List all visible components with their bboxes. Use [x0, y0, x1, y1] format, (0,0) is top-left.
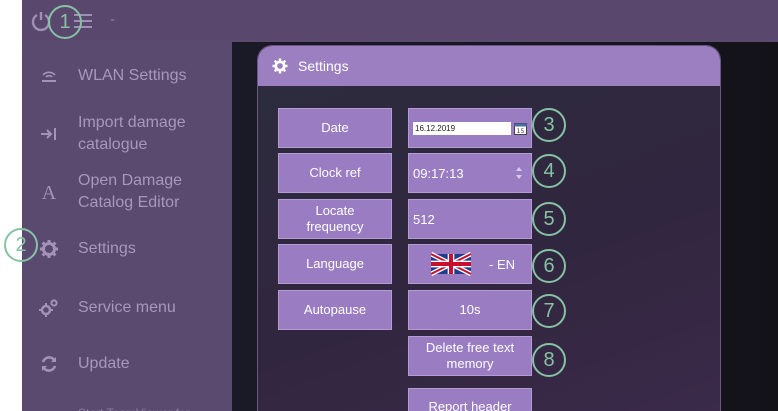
sidebar-item-label: Settings [78, 240, 136, 257]
language-selector[interactable]: - EN [408, 244, 532, 284]
sidebar-item-import-damage-catalogue[interactable]: Import damage catalogue [22, 112, 250, 156]
clock-ref-label: Clock ref [278, 153, 392, 193]
dialog-header: Settings [258, 46, 720, 86]
callout-badge: 3 [532, 108, 566, 142]
gears-icon [38, 297, 60, 319]
sidebar-item-label: WLAN Settings [78, 67, 187, 84]
refresh-icon [38, 353, 60, 375]
sidebar-item-label: Update [78, 355, 130, 372]
autopause-label: Autopause [278, 290, 392, 330]
date-field[interactable]: 16.12.2019 15 [408, 108, 532, 148]
callout-badge: 7 [532, 294, 566, 328]
language-code: - EN [489, 257, 515, 272]
date-label: Date [278, 108, 392, 148]
sidebar-item-label: Open Damage Catalog Editor [78, 172, 183, 211]
clock-ref-field[interactable]: 09:17:13 [408, 153, 532, 193]
date-input[interactable]: 16.12.2019 [413, 122, 511, 135]
app-window: - WLAN Settings Import damage catalogue [22, 0, 778, 411]
delete-memory-label: Delete free text memory [425, 340, 515, 371]
calendar-icon[interactable]: 15 [514, 122, 527, 135]
letter-a-icon: A [41, 181, 57, 204]
sidebar: WLAN Settings Import damage catalogue A … [22, 40, 250, 411]
gear-icon [272, 58, 288, 74]
callout-badge: 6 [532, 249, 566, 283]
callout-badge: 4 [532, 154, 566, 188]
svg-text:15: 15 [517, 128, 525, 135]
locate-frequency-text: Locate frequency [306, 203, 364, 234]
top-bar: - [22, 0, 778, 40]
dialog-title: Settings [298, 58, 349, 74]
import-arrow-icon [38, 123, 60, 145]
locate-frequency-label: Locate frequency [278, 199, 392, 239]
callout-badge: 2 [4, 228, 38, 262]
delete-free-text-memory-button[interactable]: Delete free text memory [408, 336, 532, 376]
report-header-button[interactable]: Report header [408, 388, 532, 411]
callout-badge: 1 [48, 5, 82, 39]
callout-badge: 8 [532, 343, 566, 377]
app-title: - [110, 11, 115, 28]
clock-value: 09:17:13 [413, 166, 464, 181]
sidebar-item-open-damage-catalog-editor[interactable]: A Open Damage Catalog Editor [22, 170, 250, 214]
locate-frequency-field[interactable]: 512 [408, 199, 532, 239]
settings-dialog: Settings Date 16.12.2019 15 Clock ref 09… [258, 46, 720, 411]
time-spinner-icon[interactable] [515, 164, 523, 182]
callout-badge: 5 [532, 202, 566, 236]
sidebar-item-label: Service menu [78, 299, 176, 316]
sidebar-item-label: Import damage catalogue [78, 114, 186, 153]
gear-icon [38, 238, 60, 260]
wlan-icon [38, 65, 60, 87]
frequency-value: 512 [413, 212, 435, 227]
autopause-field[interactable]: 10s [408, 290, 532, 330]
sidebar-item-label: Start TeamViewer for [78, 402, 190, 411]
uk-flag-icon [429, 251, 473, 277]
language-label: Language [278, 244, 392, 284]
